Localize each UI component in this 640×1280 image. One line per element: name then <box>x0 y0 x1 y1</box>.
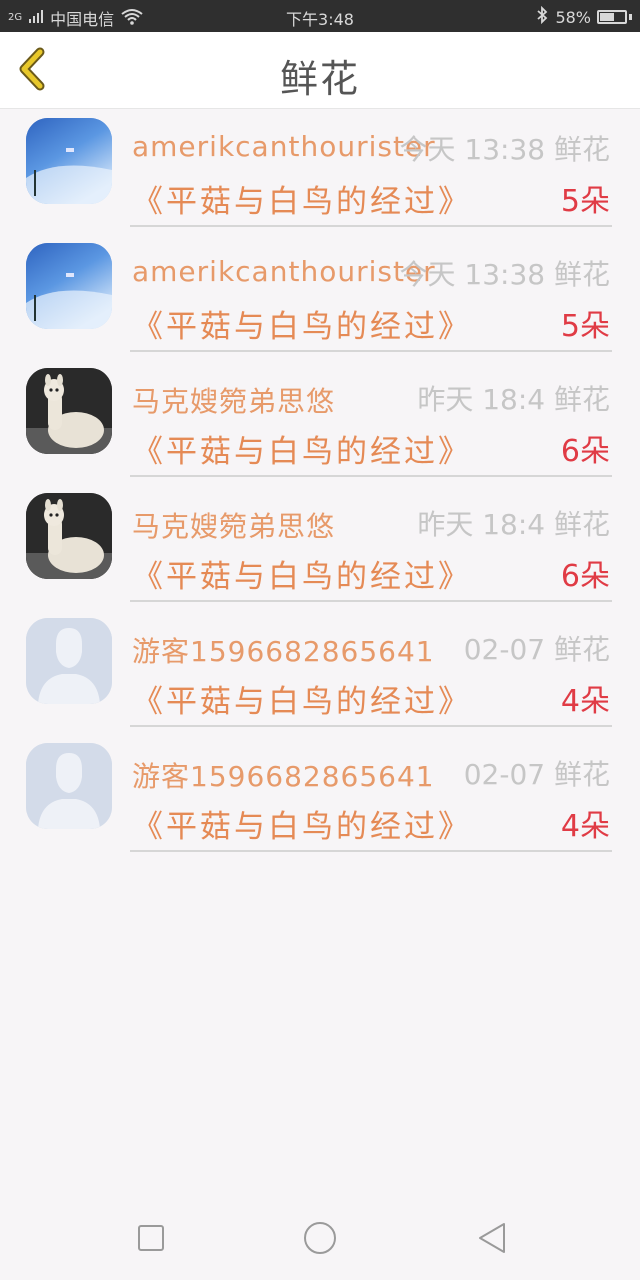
recent-apps-button[interactable] <box>131 1218 171 1258</box>
book-title: 《平菇与白鸟的经过》 <box>132 559 472 595</box>
row-divider <box>130 725 612 727</box>
sender-name: amerikcanthourister <box>132 255 436 288</box>
flower-count: 5朵 <box>560 309 610 344</box>
sent-time: 02-07 鲜花 <box>463 633 610 666</box>
bluetooth-icon <box>535 5 549 28</box>
app-header: 鲜花 <box>0 32 640 109</box>
sent-time: 02-07 鲜花 <box>463 758 610 791</box>
square-icon <box>138 1225 164 1251</box>
row-divider <box>130 225 612 227</box>
navigation-bar <box>0 1196 640 1280</box>
circle-icon <box>304 1222 336 1254</box>
book-title: 《平菇与白鸟的经过》 <box>132 309 472 345</box>
avatar[interactable] <box>26 243 112 329</box>
book-title: 《平菇与白鸟的经过》 <box>132 434 472 470</box>
flower-count: 4朵 <box>560 809 610 844</box>
row-divider <box>130 350 612 352</box>
avatar[interactable] <box>26 118 112 204</box>
flower-count: 6朵 <box>560 434 610 469</box>
sent-time: 昨天 18:4 鲜花 <box>417 383 610 416</box>
flower-count: 5朵 <box>560 184 610 219</box>
sent-time: 今天 13:38 鲜花 <box>399 258 611 291</box>
nav-back-button[interactable] <box>472 1218 512 1258</box>
status-right: 58% <box>535 5 632 28</box>
book-title: 《平菇与白鸟的经过》 <box>132 809 472 845</box>
book-title: 《平菇与白鸟的经过》 <box>132 684 472 720</box>
sent-time: 昨天 18:4 鲜花 <box>417 508 610 541</box>
battery-percent: 58% <box>555 7 591 27</box>
avatar[interactable] <box>26 368 112 454</box>
flower-item[interactable]: 马克嫂箢弟思悠 昨天 18:4 鲜花 《平菇与白鸟的经过》 6朵 <box>0 485 640 610</box>
sender-name: 马克嫂箢弟思悠 <box>132 510 336 543</box>
flower-count: 4朵 <box>560 684 610 719</box>
sender-name: 马克嫂箢弟思悠 <box>132 385 336 418</box>
page-title: 鲜花 <box>279 57 360 101</box>
battery-level <box>600 13 614 21</box>
row-divider <box>130 475 612 477</box>
battery-icon <box>597 10 627 24</box>
status-bar: 2G 中国电信 下午3:48 58% <box>0 0 640 32</box>
battery-tip <box>629 14 632 20</box>
sender-name: 游客1596682865641 <box>132 635 435 668</box>
flower-item[interactable]: 游客1596682865641 02-07 鲜花 《平菇与白鸟的经过》 4朵 <box>0 735 640 860</box>
row-divider <box>130 850 612 852</box>
home-button[interactable] <box>300 1218 340 1258</box>
sender-name: amerikcanthourister <box>132 130 436 163</box>
flower-count: 6朵 <box>560 559 610 594</box>
flower-item[interactable]: 游客1596682865641 02-07 鲜花 《平菇与白鸟的经过》 4朵 <box>0 610 640 735</box>
sender-name: 游客1596682865641 <box>132 760 435 793</box>
flower-item[interactable]: amerikcanthourister 今天 13:38 鲜花 《平菇与白鸟的经… <box>0 235 640 360</box>
triangle-back-icon <box>479 1223 505 1253</box>
flower-item[interactable]: 马克嫂箢弟思悠 昨天 18:4 鲜花 《平菇与白鸟的经过》 6朵 <box>0 360 640 485</box>
book-title: 《平菇与白鸟的经过》 <box>132 184 472 220</box>
sent-time: 今天 13:38 鲜花 <box>399 133 611 166</box>
avatar[interactable] <box>26 743 112 829</box>
avatar[interactable] <box>26 618 112 704</box>
flower-item[interactable]: amerikcanthourister 今天 13:38 鲜花 《平菇与白鸟的经… <box>0 110 640 235</box>
flower-list: amerikcanthourister 今天 13:38 鲜花 《平菇与白鸟的经… <box>0 110 640 860</box>
avatar[interactable] <box>26 493 112 579</box>
row-divider <box>130 600 612 602</box>
